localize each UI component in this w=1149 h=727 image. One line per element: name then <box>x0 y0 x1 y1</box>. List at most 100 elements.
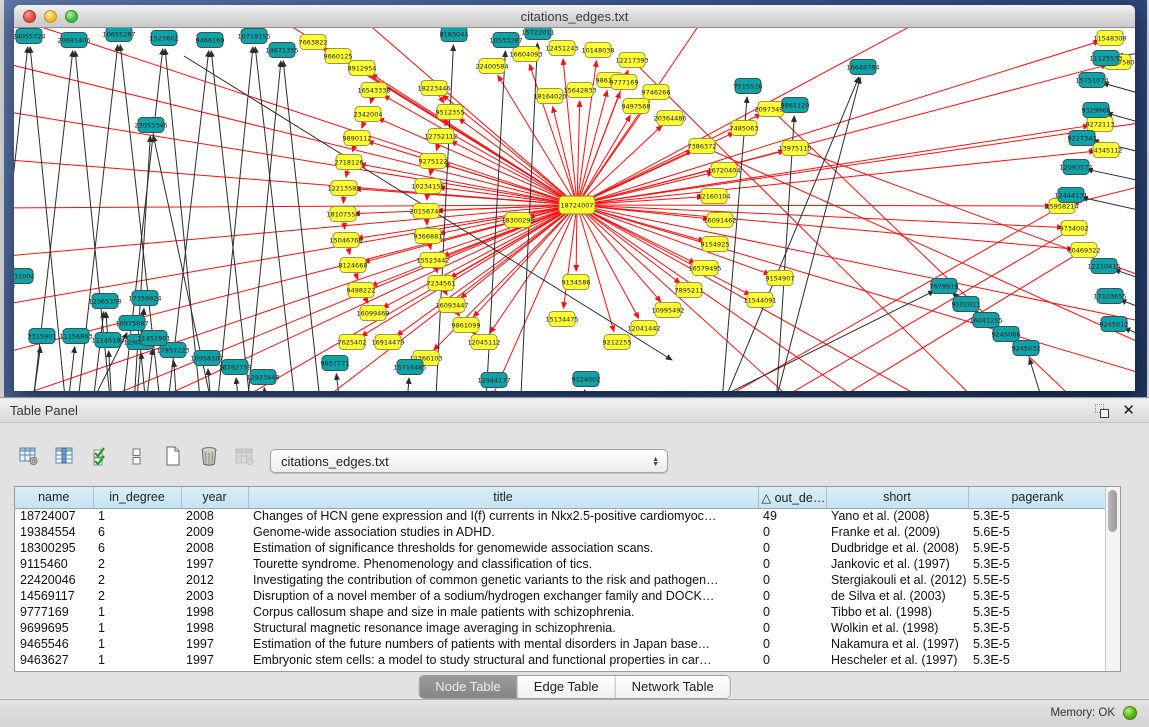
graph-node[interactable]: 7663822 <box>299 35 328 50</box>
table-cell[interactable]: 1 <box>93 604 181 620</box>
graph-node[interactable]: 9245066 <box>992 327 1021 342</box>
checkbox-list-button[interactable] <box>122 442 152 470</box>
table-row[interactable]: 977716911998Corpus callosum shape and si… <box>15 604 1107 620</box>
graph-node[interactable]: 12217393 <box>615 53 648 68</box>
table-cell[interactable]: Jankovic et al. (1997) <box>826 556 968 572</box>
graph-node[interactable]: 8163044 <box>440 28 469 42</box>
table-row[interactable]: 1830029562008Estimation of significance … <box>15 540 1107 556</box>
graph-node[interactable]: 10655287 <box>102 28 135 42</box>
table-cell[interactable]: 2008 <box>181 540 248 556</box>
table-cell[interactable]: 9115460 <box>15 556 93 572</box>
graph-node[interactable]: 17103655 <box>1093 289 1126 304</box>
table-cell[interactable]: 2 <box>93 572 181 588</box>
table-cell[interactable]: 0 <box>758 588 826 604</box>
table-cell[interactable]: de Silva et al. (2003) <box>826 588 968 604</box>
graph-edge[interactable] <box>174 361 179 391</box>
graph-edge[interactable] <box>336 374 344 391</box>
table-cell[interactable]: 9777169 <box>15 604 93 620</box>
table-cell[interactable]: 2008 <box>181 508 248 524</box>
network-window-titlebar[interactable]: citations_edges.txt <box>14 5 1135 28</box>
select-all-button[interactable] <box>86 442 116 470</box>
table-cell[interactable]: 18724007 <box>15 508 93 524</box>
graph-edge[interactable] <box>577 205 680 283</box>
graph-edge[interactable] <box>577 205 1051 206</box>
column-header[interactable]: in_degree <box>93 487 181 508</box>
graph-node[interactable]: 10234155 <box>411 179 444 194</box>
table-cell[interactable]: Stergiakouli et al. (2012) <box>826 572 968 588</box>
show-columns-button[interactable] <box>50 442 80 470</box>
graph-node[interactable]: 8912954 <box>348 61 377 76</box>
table-cell[interactable]: Tibbo et al. (1998) <box>826 604 968 620</box>
create-new-button[interactable] <box>158 442 188 470</box>
graph-node[interactable]: 2718126 <box>335 155 364 170</box>
table-cell[interactable]: 1 <box>93 636 181 652</box>
table-cell[interactable]: Hescheler et al. (1997) <box>826 652 968 668</box>
graph-node[interactable]: 16604093 <box>509 47 542 62</box>
column-header[interactable]: short <box>826 487 968 508</box>
graph-node[interactable]: 18164020 <box>533 89 566 104</box>
table-cell[interactable]: Tourette syndrome. Phenomenology and cla… <box>248 556 758 572</box>
graph-node[interactable]: 11548308 <box>1093 31 1126 46</box>
table-cell[interactable]: 5.6E-5 <box>968 524 1107 540</box>
graph-node[interactable]: 7485063 <box>730 121 759 136</box>
table-cell[interactable]: Structural magnetic resonance image aver… <box>248 620 758 636</box>
table-cell[interactable]: 49 <box>758 508 826 524</box>
graph-node[interactable]: 9466160 <box>196 33 225 48</box>
table-cell[interactable]: 1998 <box>181 620 248 636</box>
graph-node[interactable]: 16543338 <box>357 83 390 98</box>
graph-node[interactable]: 12045112 <box>467 335 500 350</box>
graph-node[interactable]: 9861099 <box>452 318 481 333</box>
graph-edge[interactable] <box>14 158 577 205</box>
graph-node[interactable]: 16041255 <box>969 313 1002 328</box>
graph-node[interactable]: 15134475 <box>545 312 578 327</box>
graph-node[interactable]: 9366881 <box>414 229 443 244</box>
table-cell[interactable]: 0 <box>758 540 826 556</box>
graph-node[interactable]: 10148038 <box>581 43 614 58</box>
graph-node[interactable]: 12041442 <box>627 321 660 336</box>
graph-node[interactable]: 9272113 <box>1086 117 1115 132</box>
graph-node[interactable]: 16099469 <box>356 306 389 321</box>
tab-network-table[interactable]: Network Table <box>616 676 730 698</box>
graph-node[interactable]: 14671355 <box>265 43 298 58</box>
table-cell[interactable]: Investigating the contribution of common… <box>248 572 758 588</box>
graph-node[interactable]: 13975115 <box>778 141 811 156</box>
graph-edge[interactable] <box>774 250 1084 391</box>
graph-node[interactable]: 16093447 <box>435 298 468 313</box>
tab-edge-table[interactable]: Edge Table <box>518 676 616 698</box>
network-graph[interactable]: 1872400776638229660125891295416543338234… <box>14 28 1135 391</box>
graph-edge[interactable] <box>577 151 1095 205</box>
graph-node[interactable]: 9134586 <box>562 275 591 290</box>
graph-edge[interactable] <box>109 351 114 391</box>
graph-node[interactable]: 10533287 <box>489 33 522 48</box>
graph-node[interactable]: 12093572 <box>1059 160 1092 175</box>
graph-edge[interactable] <box>577 91 607 205</box>
table-cell[interactable]: Estimation of significance thresholds fo… <box>248 540 758 556</box>
table-row[interactable]: 946554611997Estimation of the future num… <box>15 636 1107 652</box>
table-scrollbar[interactable] <box>1105 487 1120 671</box>
table-cell[interactable]: 5.5E-5 <box>968 572 1107 588</box>
graph-node[interactable]: 9890112 <box>343 131 372 146</box>
graph-node[interactable]: 12210415 <box>1087 259 1120 274</box>
graph-edge[interactable] <box>1087 169 1135 188</box>
graph-edge[interactable] <box>214 47 253 391</box>
graph-edge[interactable] <box>404 378 409 391</box>
graph-node[interactable]: 15722011 <box>521 28 554 40</box>
graph-node[interactable]: 15523442 <box>416 253 449 268</box>
import-table-button[interactable] <box>230 442 260 470</box>
table-cell[interactable]: 14569117 <box>15 588 93 604</box>
table-cell[interactable]: 5.3E-5 <box>968 556 1107 572</box>
table-cell[interactable]: 0 <box>758 556 826 572</box>
table-cell[interactable]: 19384554 <box>15 524 93 540</box>
graph-node[interactable]: 9498222 <box>347 283 376 298</box>
graph-node[interactable]: 9777169 <box>610 75 639 90</box>
graph-node[interactable]: 9212255 <box>603 335 632 350</box>
graph-node[interactable]: 11125533 <box>1089 51 1122 66</box>
graph-node[interactable]: 17359924 <box>128 291 161 306</box>
graph-node[interactable]: 12451243 <box>545 41 578 56</box>
graph-edge[interactable] <box>208 369 214 391</box>
graph-node[interactable]: 7234561 <box>427 276 456 291</box>
graph-node[interactable]: 7679919 <box>930 279 959 294</box>
graph-node[interactable]: 9245012 <box>1100 317 1129 332</box>
table-cell[interactable]: 1997 <box>181 636 248 652</box>
table-cell[interactable]: Franke et al. (2009) <box>826 524 968 540</box>
